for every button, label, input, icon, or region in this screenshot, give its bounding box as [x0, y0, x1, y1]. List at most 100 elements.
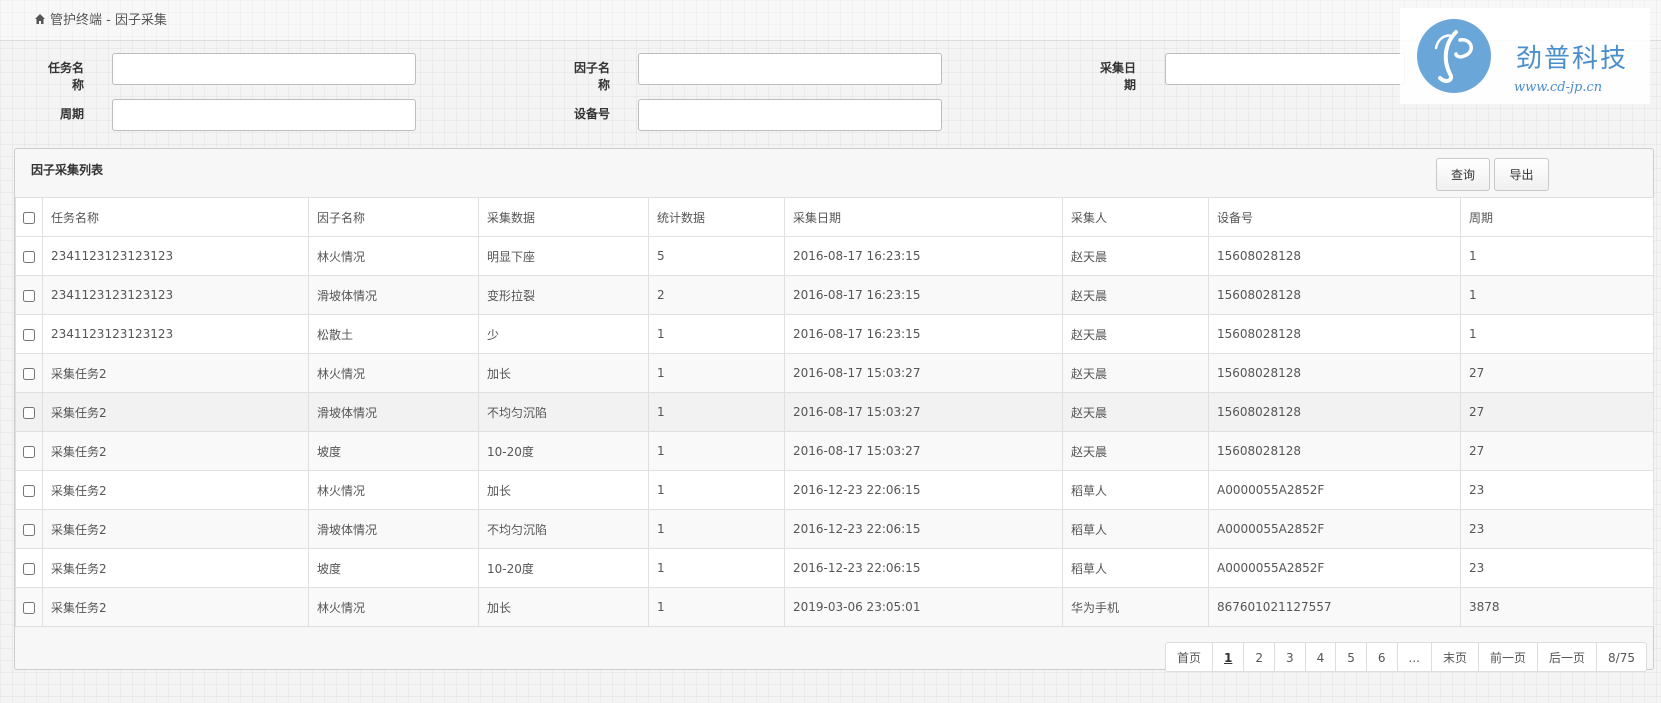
- cell-collect-data: 10-20度: [478, 431, 649, 471]
- page-2[interactable]: 2: [1243, 642, 1275, 672]
- cell-stat-data: 1: [648, 431, 785, 471]
- cell-stat-data: 2: [648, 275, 785, 315]
- page-ellipsis: ...: [1396, 642, 1432, 672]
- page-5[interactable]: 5: [1335, 642, 1367, 672]
- row-checkbox[interactable]: [23, 523, 35, 536]
- row-select-cell: [15, 587, 43, 627]
- task-name-input[interactable]: [112, 53, 416, 85]
- period-input[interactable]: [112, 99, 416, 131]
- row-checkbox[interactable]: [23, 328, 35, 341]
- page-first[interactable]: 首页: [1164, 642, 1213, 672]
- cell-period: 27: [1460, 392, 1654, 432]
- cell-task-name: 2341123123123123: [42, 236, 309, 276]
- cell-collect-data: 明显下座: [478, 236, 649, 276]
- row-checkbox[interactable]: [23, 406, 35, 419]
- logo-company-name: 劲普科技: [1516, 44, 1629, 74]
- col-header-factor-name[interactable]: 因子名称: [308, 197, 479, 237]
- table-row[interactable]: 采集任务2 坡度 10-20度 1 2016-12-23 22:06:15 稻草人 A000…: [15, 548, 1654, 588]
- row-checkbox[interactable]: [23, 367, 35, 380]
- cell-task-name: 2341123123123123: [42, 275, 309, 315]
- cell-period: 27: [1460, 431, 1654, 471]
- factor-name-input[interactable]: [638, 53, 942, 85]
- page-last[interactable]: 末页: [1431, 642, 1480, 672]
- pagination: 首页 1 2 3 4 5 6 ... 末页 前一页 后一页 8/75: [1164, 642, 1647, 672]
- cell-task-name: 采集任务2: [42, 470, 309, 510]
- cell-collect-date: 2016-08-17 16:23:15: [784, 275, 1063, 315]
- cell-factor-name: 松散土: [308, 314, 479, 354]
- cell-collect-data: 变形拉裂: [478, 275, 649, 315]
- cell-task-name: 采集任务2: [42, 587, 309, 627]
- table-row[interactable]: 采集任务2 林火情况 加长 1 2016-12-23 22:06:15 稻草人 A00000…: [15, 470, 1654, 510]
- device-no-label: 设备号: [573, 107, 610, 121]
- page-4[interactable]: 4: [1304, 642, 1337, 672]
- export-button[interactable]: 导出: [1494, 158, 1549, 191]
- page-prev[interactable]: 前一页: [1478, 642, 1539, 672]
- cell-stat-data: 1: [648, 314, 785, 354]
- table-row[interactable]: 采集任务2 滑坡体情况 不均匀沉陷 1 2016-08-17 15:03:27 赵天晨 15…: [15, 392, 1654, 432]
- task-name-label: 任务名称: [47, 61, 84, 92]
- period-label: 周期: [59, 107, 84, 121]
- row-select-cell: [15, 470, 43, 510]
- col-header-period[interactable]: 周期: [1460, 197, 1654, 237]
- cell-collect-date: 2016-08-17 15:03:27: [784, 392, 1063, 432]
- col-header-collect-data[interactable]: 采集数据: [478, 197, 649, 237]
- cell-period: 3878: [1460, 587, 1654, 627]
- row-select-cell: [15, 236, 43, 276]
- cell-device-no: 15608028128: [1208, 275, 1461, 315]
- table-row[interactable]: 采集任务2 坡度 10-20度 1 2016-08-17 15:03:27 赵天晨 1560…: [15, 431, 1654, 471]
- col-header-task-name[interactable]: 任务名称: [42, 197, 309, 237]
- table-row[interactable]: 采集任务2 林火情况 加长 1 2016-08-17 15:03:27 赵天晨 156080…: [15, 353, 1654, 393]
- cell-collector: 华为手机: [1062, 587, 1209, 627]
- row-select-cell: [15, 431, 43, 471]
- cell-factor-name: 滑坡体情况: [308, 392, 479, 432]
- cell-device-no: 15608028128: [1208, 314, 1461, 354]
- cell-collector: 赵天晨: [1062, 236, 1209, 276]
- cell-factor-name: 滑坡体情况: [308, 275, 479, 315]
- page-6[interactable]: 6: [1365, 642, 1398, 672]
- row-checkbox[interactable]: [23, 250, 35, 263]
- row-checkbox[interactable]: [23, 289, 35, 302]
- row-select-cell: [15, 353, 43, 393]
- factor-name-label: 因子名称: [573, 61, 610, 92]
- cell-stat-data: 5: [648, 236, 785, 276]
- page-next[interactable]: 后一页: [1537, 642, 1598, 672]
- page-1[interactable]: 1: [1211, 642, 1245, 672]
- cell-collect-data: 加长: [478, 587, 649, 627]
- col-header-stat-data[interactable]: 统计数据: [648, 197, 785, 237]
- cell-stat-data: 1: [648, 548, 785, 588]
- cell-factor-name: 坡度: [308, 548, 479, 588]
- select-all-checkbox[interactable]: [23, 211, 35, 224]
- device-no-input[interactable]: [638, 99, 942, 131]
- table-row[interactable]: 采集任务2 滑坡体情况 不均匀沉陷 1 2016-12-23 22:06:15 稻草人 A0…: [15, 509, 1654, 549]
- cell-factor-name: 坡度: [308, 431, 479, 471]
- row-checkbox[interactable]: [23, 601, 35, 614]
- query-button[interactable]: 查询: [1436, 158, 1490, 191]
- home-icon: [35, 13, 45, 24]
- row-checkbox[interactable]: [23, 562, 35, 575]
- col-header-device-no[interactable]: 设备号: [1208, 197, 1461, 237]
- table-row[interactable]: 2341123123123123 林火情况 明显下座 5 2016-08-17 16:2…: [15, 236, 1654, 276]
- cell-period: 27: [1460, 353, 1654, 393]
- cell-period: 1: [1460, 314, 1654, 354]
- collect-date-input[interactable]: [1165, 53, 1405, 85]
- row-checkbox[interactable]: [23, 484, 35, 497]
- col-header-collect-date[interactable]: 采集日期: [784, 197, 1063, 237]
- logo-url: www.cd-jp.cn: [1514, 80, 1603, 95]
- table-row[interactable]: 2341123123123123 滑坡体情况 变形拉裂 2 2016-08-17 16:…: [15, 275, 1654, 315]
- row-select-cell: [15, 314, 43, 354]
- cell-collector: 赵天晨: [1062, 392, 1209, 432]
- page-info: 8/75: [1596, 642, 1647, 672]
- table-row[interactable]: 2341123123123123 松散土少 1 2016-08-17 16:23:15…: [15, 314, 1654, 354]
- cell-device-no: 15608028128: [1208, 431, 1461, 471]
- cell-device-no: 867601021127557: [1208, 587, 1461, 627]
- row-checkbox[interactable]: [23, 445, 35, 458]
- cell-collector: 赵天晨: [1062, 353, 1209, 393]
- panel-title: 因子采集列表: [31, 163, 104, 177]
- page-3[interactable]: 3: [1273, 642, 1306, 672]
- table-row[interactable]: 采集任务2 林火情况 加长 1 2019-03-06 23:05:01 华为手机 86760…: [15, 587, 1654, 627]
- cell-stat-data: 1: [648, 353, 785, 393]
- cell-collect-data: 不均匀沉陷: [478, 392, 649, 432]
- breadcrumb: 管护终端 - 因子采集: [34, 9, 167, 28]
- cell-collect-date: 2016-08-17 16:23:15: [784, 314, 1063, 354]
- col-header-collector[interactable]: 采集人: [1062, 197, 1209, 237]
